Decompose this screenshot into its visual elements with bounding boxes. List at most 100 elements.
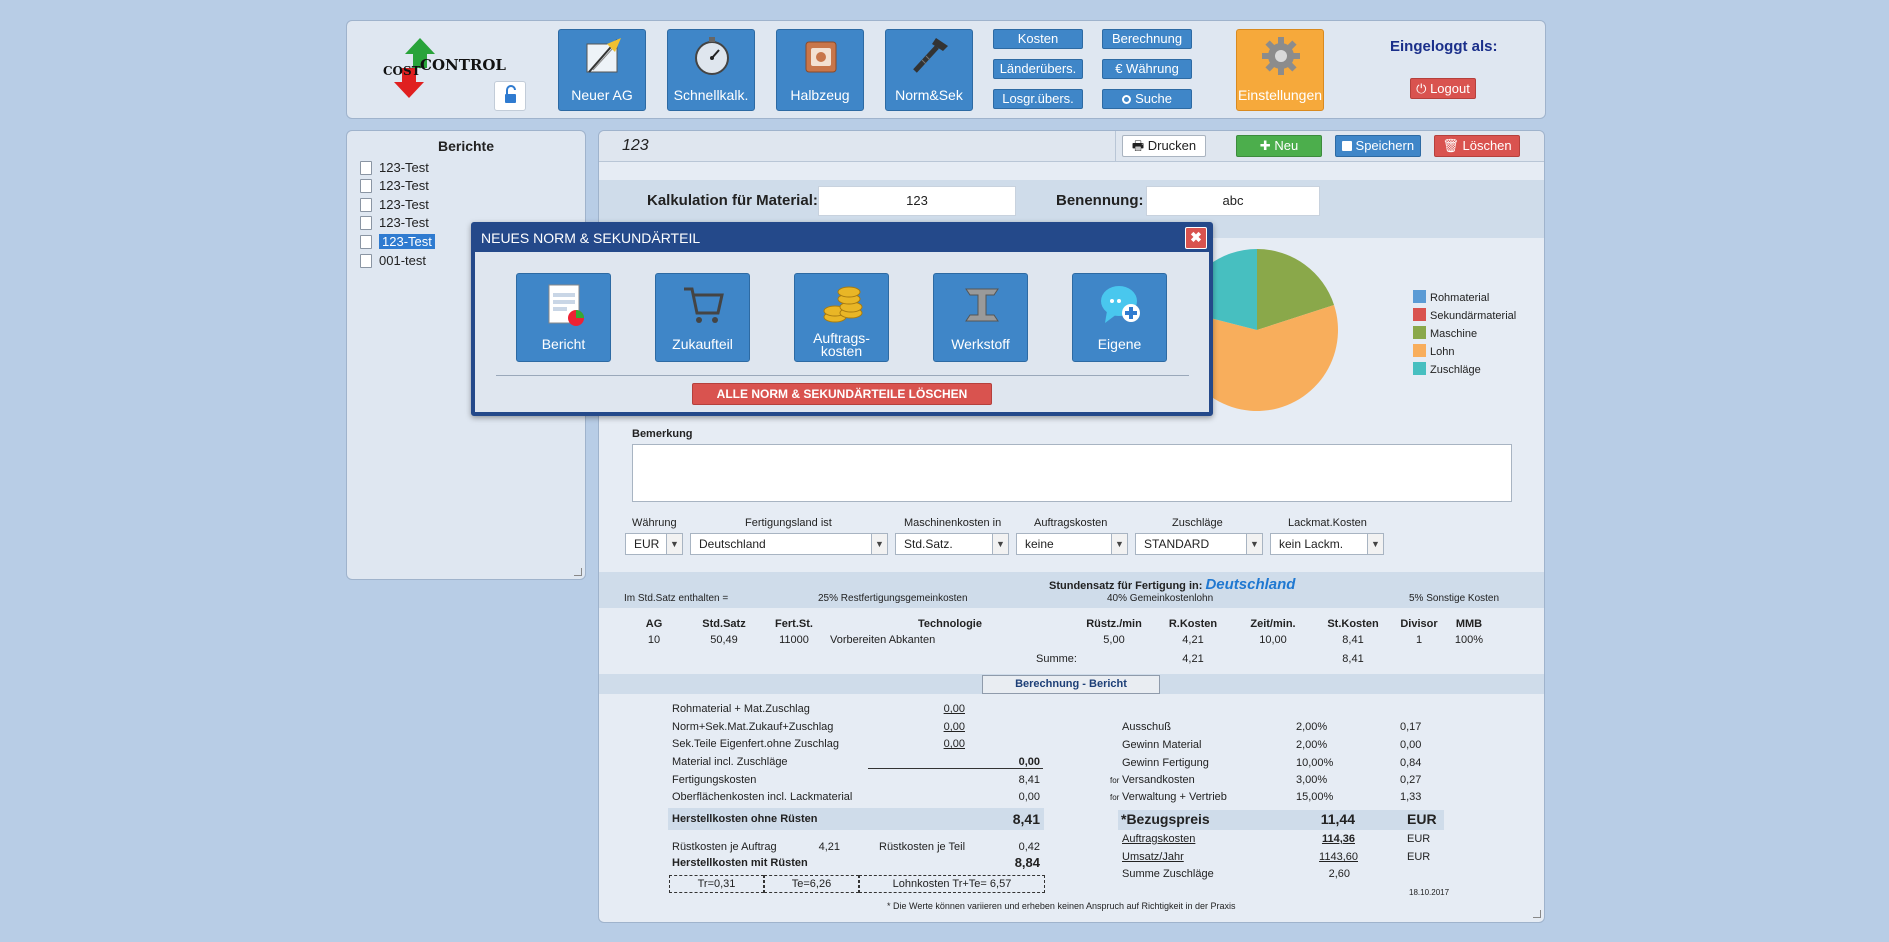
norm-sek-label: Norm&Sek	[895, 87, 963, 103]
modal-custom-button[interactable]: Eigene	[1072, 273, 1167, 362]
logout-button[interactable]: ⏻ Logout	[1410, 78, 1476, 99]
quick-calc-button[interactable]: Schnellkalk.	[667, 29, 755, 111]
revenue-link[interactable]: Umsatz/Jahr	[1122, 851, 1184, 863]
country-select[interactable]: Deutschland ▼	[690, 533, 888, 555]
labor-box: Lohnkosten Tr+Te= 6,57	[859, 875, 1045, 893]
hk-value: 8,41	[1012, 811, 1040, 827]
delete-button[interactable]: 🗑 Löschen	[1434, 135, 1520, 157]
modal-report-button[interactable]: Bericht	[516, 273, 611, 362]
surcharge-select[interactable]: STANDARD ▼	[1135, 533, 1263, 555]
rate-item: 40% Gemeinkostenlohn	[1107, 593, 1214, 604]
remark-textarea[interactable]	[632, 444, 1512, 502]
country-overview-button[interactable]: Länderübers.	[993, 59, 1083, 79]
surcharge-pct: 2,00%	[1296, 721, 1328, 733]
order-cost-select-value: keine	[1025, 537, 1054, 551]
screw-icon	[913, 38, 948, 73]
report-item[interactable]: 001-test	[360, 253, 426, 269]
surcharge-select-value: STANDARD	[1144, 537, 1210, 551]
table-cell: 4,21	[1182, 634, 1204, 646]
surcharge-prefix: for	[1110, 793, 1120, 802]
report-item[interactable]: 123-Test	[360, 178, 429, 194]
material-block-icon	[805, 41, 837, 73]
report-item[interactable]: 123-Test	[360, 197, 429, 213]
norm-sek-button[interactable]: Norm&Sek	[885, 29, 973, 111]
surcharge-label: Versandkosten	[1122, 774, 1195, 786]
legend-label: Zuschläge	[1430, 364, 1481, 376]
sidebar-title: Berichte	[437, 138, 495, 154]
sidebar-resize-handle[interactable]	[574, 568, 582, 576]
surcharge-select-label: Zuschläge	[1172, 517, 1223, 529]
surcharge-pct: 2,00%	[1296, 739, 1328, 751]
search-icon	[1122, 95, 1132, 104]
report-left-label: Oberflächenkosten incl. Lackmaterial	[672, 791, 853, 803]
paint-cost-select[interactable]: kein Lackm. ▼	[1270, 533, 1384, 555]
report-left-label: Sek.Teile Eigenfert.ohne Zuschlag	[672, 738, 839, 750]
table-cell: 8,41	[1342, 634, 1364, 646]
setup-order-value: 4,21	[818, 841, 840, 853]
report-left-value: 0,00	[943, 721, 965, 733]
unlock-button[interactable]	[494, 81, 526, 111]
coins-icon	[823, 286, 863, 323]
document-icon	[360, 216, 372, 230]
report-item[interactable]: 123-Test	[360, 215, 429, 231]
rate-country: Deutschland	[1205, 576, 1296, 593]
floppy-icon	[1341, 141, 1352, 151]
material-input[interactable]: 123	[818, 186, 1016, 216]
modal-title: NEUES NORM & SEKUNDÄRTEIL	[481, 230, 701, 246]
paint-cost-select-value: kein Lackm.	[1279, 537, 1344, 551]
modal-material-button[interactable]: Werkstoff	[933, 273, 1028, 362]
modal-close-button[interactable]: ✖	[1185, 227, 1207, 249]
table-cell: 10,00	[1259, 634, 1287, 646]
report-item[interactable]: 123-Test	[360, 160, 429, 176]
trash-icon: 🗑	[1442, 138, 1459, 153]
modal-purchased-part-button[interactable]: Zukaufteil	[655, 273, 750, 362]
col-header: MMB	[1455, 618, 1483, 630]
order-cost-select[interactable]: keine ▼	[1016, 533, 1128, 555]
chevron-down-icon: ▼	[666, 534, 682, 554]
order-cost-value: 114,36	[1321, 833, 1355, 845]
setup-part-label: Rüstkosten je Teil	[879, 841, 966, 853]
surcharge-pct: 15,00%	[1296, 791, 1334, 803]
new-button[interactable]: ✚ Neu	[1236, 135, 1322, 157]
order-cost-link[interactable]: Auftragskosten	[1122, 833, 1195, 845]
surcharge-value: 0,27	[1400, 774, 1422, 786]
costs-button[interactable]: Kosten	[993, 29, 1083, 49]
lotsize-overview-button[interactable]: Losgr.übers.	[993, 89, 1083, 109]
delete-all-parts-button[interactable]: ALLE NORM & SEKUNDÄRTEILE LÖSCHEN	[692, 383, 992, 405]
save-button[interactable]: Speichern	[1335, 135, 1421, 157]
main-resize-handle[interactable]	[1533, 910, 1541, 918]
stopwatch-icon	[695, 37, 729, 75]
col-header: Zeit/min.	[1250, 618, 1296, 630]
footnote: * Die Werte können variieren und erheben…	[887, 901, 1236, 911]
sum-label: Summe:	[1036, 653, 1077, 665]
currency-button[interactable]: € Währung	[1102, 59, 1192, 79]
print-button[interactable]: 🖶 Drucken	[1122, 135, 1206, 157]
paint-cost-select-label: Lackmat.Kosten	[1288, 517, 1367, 529]
search-button[interactable]: Suche	[1102, 89, 1192, 109]
semi-finished-button[interactable]: Halbzeug	[776, 29, 864, 111]
surcharge-value: 0,00	[1400, 739, 1422, 751]
rate-title-text: Stundensatz für Fertigung in:	[1049, 580, 1203, 592]
search-label: Suche	[1135, 91, 1172, 106]
report-item-label: 001-test	[379, 253, 426, 268]
legend-swatch	[1413, 362, 1426, 375]
sum-line	[868, 768, 1043, 769]
name-input[interactable]: abc	[1146, 186, 1320, 216]
legend-label: Rohmaterial	[1430, 292, 1490, 304]
surcharge-row: Ausschuß 2,00% 0,17	[1110, 721, 1450, 735]
machine-cost-select[interactable]: Std.Satz. ▼	[895, 533, 1009, 555]
rate-item: 25% Restfertigungsgemeinkosten	[818, 593, 968, 604]
sum-surcharge-value: 2,60	[1328, 868, 1350, 880]
calculation-button[interactable]: Berechnung	[1102, 29, 1192, 49]
logo-control-text: CONTROL	[420, 56, 506, 74]
modal-order-cost-button[interactable]: Auftrags- kosten	[794, 273, 889, 362]
sum-stkosten: 8,41	[1342, 653, 1364, 665]
new-ag-button[interactable]: Neuer AG	[558, 29, 646, 111]
surcharge-prefix: for	[1110, 776, 1120, 785]
report-item-label: 123-Test	[379, 234, 435, 249]
settings-button[interactable]: Einstellungen	[1236, 29, 1324, 111]
report-title-button[interactable]: Berechnung - Bericht	[982, 675, 1160, 694]
currency-select[interactable]: EUR ▼	[625, 533, 683, 555]
report-item-selected[interactable]: 123-Test	[360, 234, 435, 250]
col-header: St.Kosten	[1327, 618, 1379, 630]
